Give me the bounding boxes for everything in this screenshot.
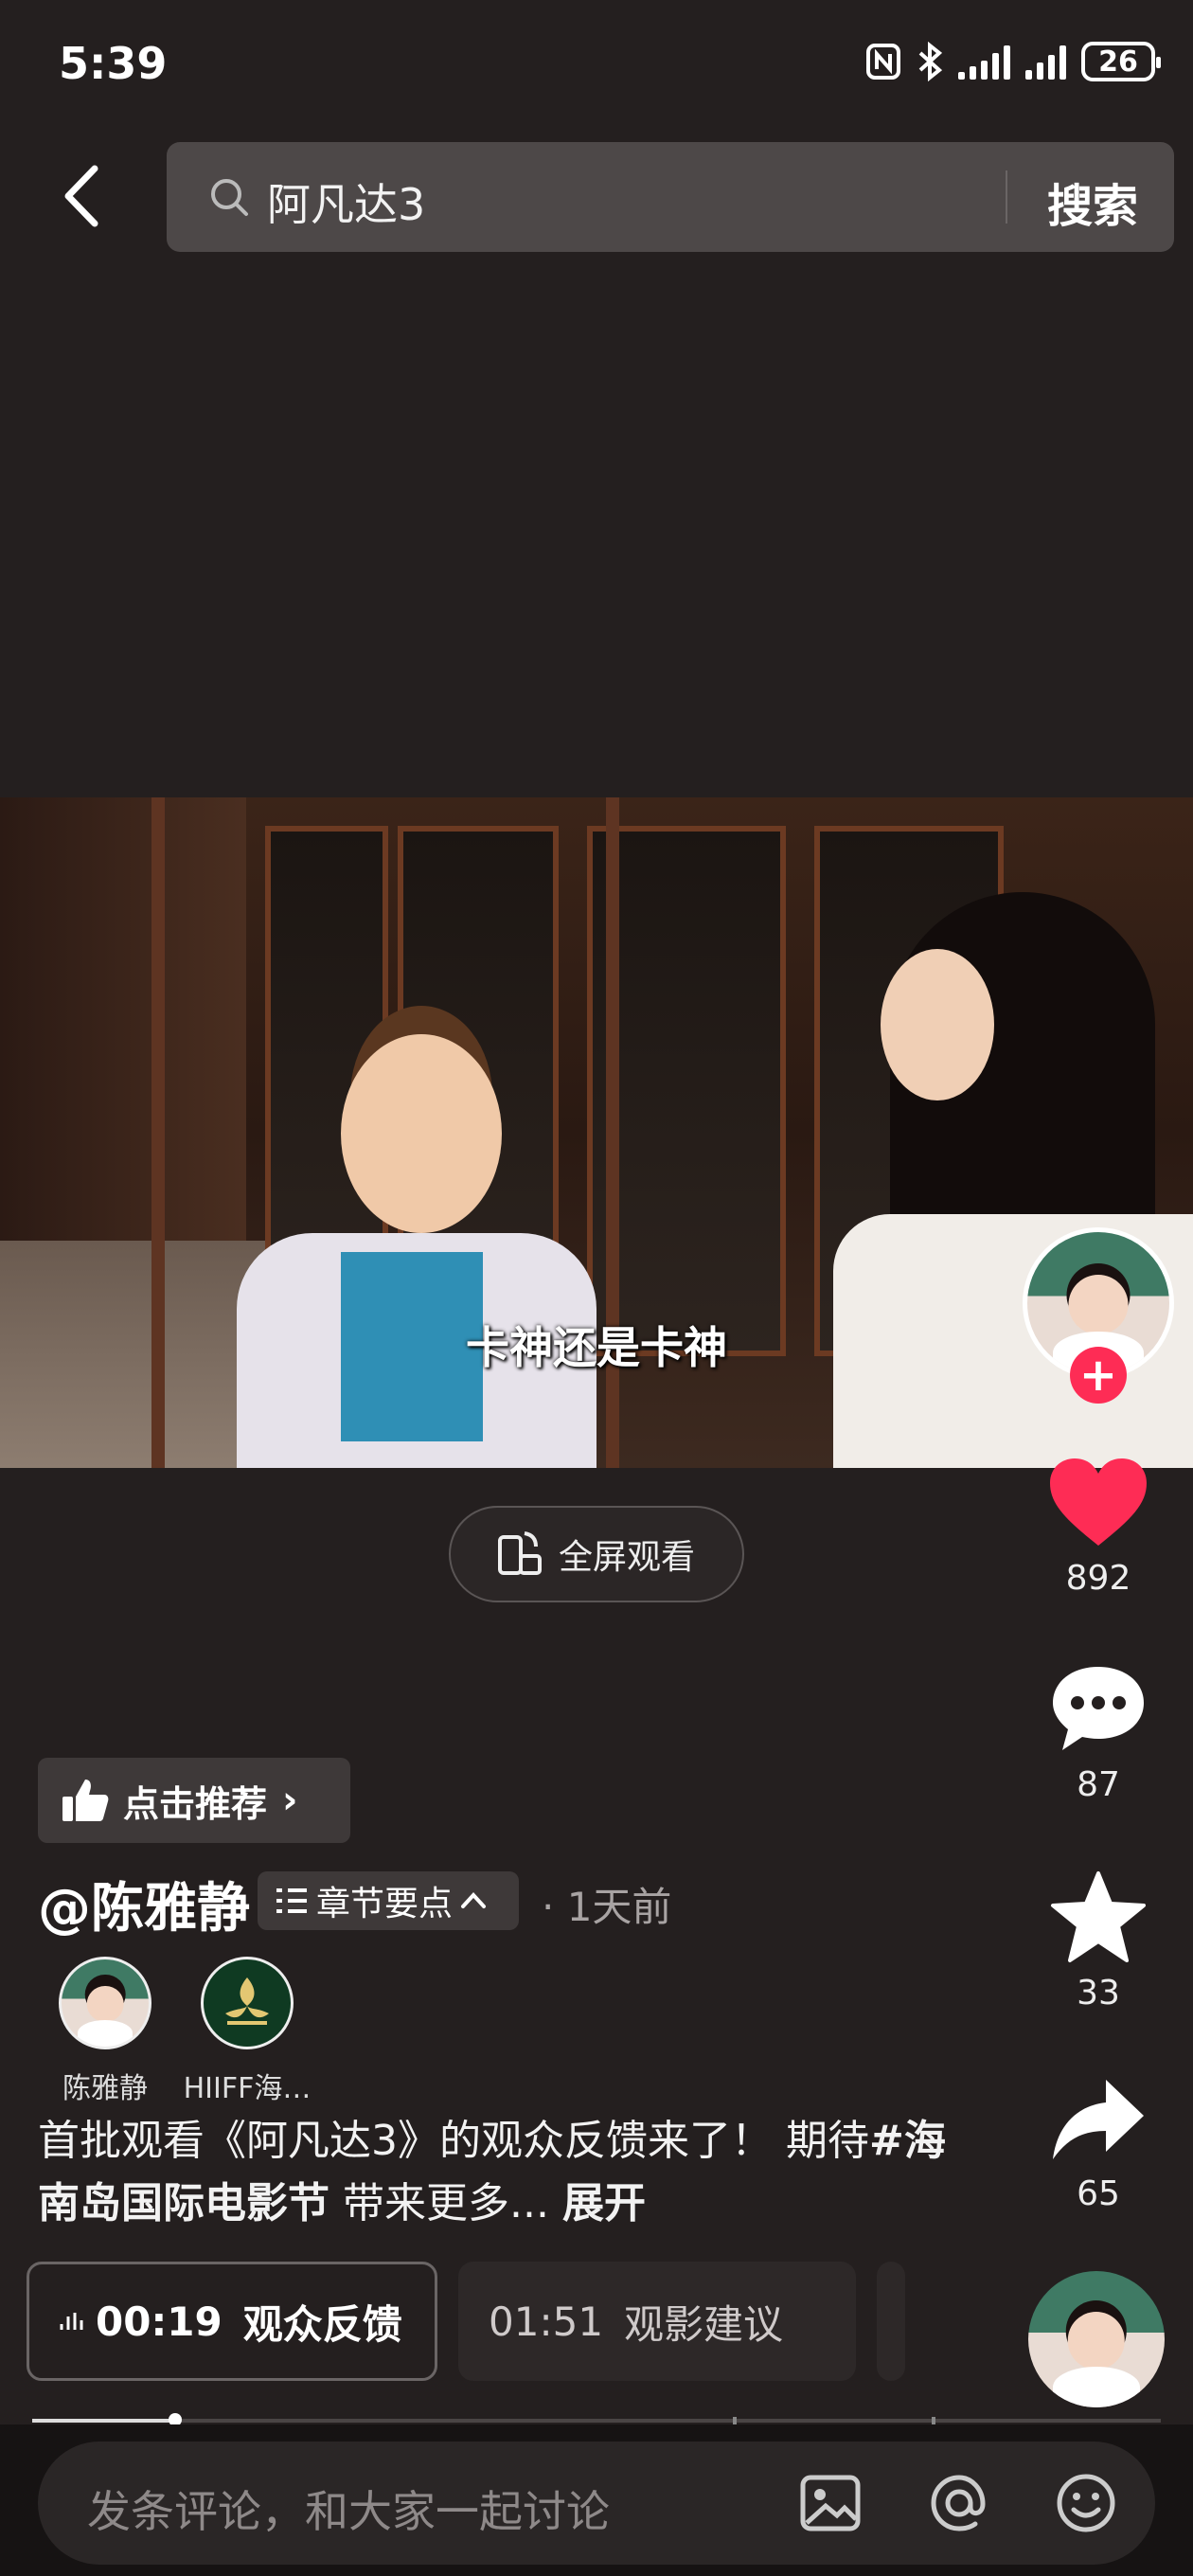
image-icon[interactable] — [797, 2470, 864, 2536]
co-creator-avatar[interactable] — [59, 1957, 151, 2049]
chapters-label: 章节要点 — [316, 1885, 454, 1923]
rotate-phone-icon — [498, 1531, 542, 1575]
chapter-time: 01:51 — [489, 2298, 604, 2345]
hiiff-logo-avatar[interactable] — [201, 1957, 294, 2049]
search-bar[interactable]: 阿凡达3 搜索 — [167, 142, 1174, 252]
comment-input[interactable]: 发条评论，和大家一起讨论 — [38, 2442, 1155, 2565]
chevron-right-icon: › — [282, 1779, 298, 1822]
chapter-marker — [932, 2417, 935, 2424]
video-caption: 首批观看《阿凡达3》的观众反馈来了！ 期待#海南岛国际电影节 带来更多... 展… — [38, 2110, 985, 2235]
heart-icon[interactable] — [1046, 1455, 1150, 1549]
like-action[interactable]: 892 — [1023, 1455, 1174, 1598]
chapter-card-active[interactable]: 00:19 观众反馈 — [27, 2262, 437, 2381]
status-bar: 5:39 26 — [0, 0, 1193, 133]
post-time: · 1天前 — [542, 1884, 672, 1930]
recommend-button[interactable]: 点击推荐 › — [38, 1758, 350, 1843]
comment-icon[interactable] — [1049, 1661, 1148, 1756]
video-subtitle: 卡神还是卡神 — [466, 1322, 727, 1373]
signal-icon-2 — [1025, 44, 1066, 80]
video-person-left — [199, 1025, 634, 1468]
signal-icon-1 — [958, 44, 1010, 80]
audio-wave-icon — [60, 2313, 83, 2330]
emoji-icon[interactable] — [1053, 2470, 1119, 2536]
progress-fill — [32, 2419, 174, 2423]
recommend-label: 点击推荐 — [123, 1782, 268, 1825]
chapter-title: 观众反馈 — [242, 2300, 402, 2348]
favorite-action[interactable]: 33 — [1023, 1869, 1174, 2012]
like-count: 892 — [1065, 1559, 1131, 1598]
search-input[interactable]: 阿凡达3 — [267, 170, 425, 233]
author-handle[interactable]: @陈雅静 — [38, 1866, 250, 1942]
status-icons: 26 — [865, 42, 1161, 81]
share-count: 65 — [1077, 2174, 1120, 2213]
share-action[interactable]: 65 — [1023, 2074, 1174, 2213]
comment-action[interactable]: 87 — [1023, 1661, 1174, 1804]
chapter-title: 观影建议 — [624, 2300, 784, 2348]
back-arrow-icon[interactable] — [55, 163, 112, 229]
fullscreen-button[interactable]: 全屏观看 — [449, 1506, 744, 1602]
bluetooth-icon — [918, 42, 943, 81]
expand-caption-button[interactable]: 展开 — [562, 2179, 646, 2227]
co-creator[interactable]: 陈雅静 — [34, 1957, 176, 2106]
nfc-icon — [866, 44, 900, 80]
caption-text: 首批观看《阿凡达3》的观众反馈来了！ 期待 — [38, 2117, 869, 2165]
follow-plus-button[interactable]: + — [1070, 1347, 1127, 1404]
chevron-up-icon — [461, 1892, 487, 1908]
music-disc-avatar[interactable] — [1028, 2271, 1165, 2407]
search-icon — [211, 179, 248, 216]
comment-placeholder: 发条评论，和大家一起讨论 — [87, 2486, 610, 2537]
festival-logo-icon — [225, 1977, 269, 2025]
battery-icon: 26 — [1081, 42, 1161, 81]
chapter-card[interactable]: 01:51 观影建议 — [458, 2262, 856, 2381]
comment-count: 87 — [1077, 1765, 1120, 1804]
at-mention-icon[interactable] — [926, 2470, 992, 2536]
co-creator-name: HIIFF海… — [183, 2072, 312, 2105]
chapter-marker — [733, 2417, 737, 2424]
chapter-time: 00:19 — [96, 2298, 223, 2345]
status-time: 5:39 — [59, 38, 168, 89]
co-creator-name: 陈雅静 — [62, 2072, 148, 2105]
chapter-list-icon — [276, 1888, 307, 1913]
favorite-count: 33 — [1077, 1974, 1120, 2012]
chapter-card-partial[interactable] — [877, 2262, 905, 2381]
chapters-toggle[interactable]: 章节要点 — [258, 1871, 519, 1930]
share-arrow-icon[interactable] — [1049, 2074, 1148, 2165]
co-creator[interactable]: HIIFF海… — [176, 1957, 318, 2106]
search-button[interactable]: 搜索 — [1047, 169, 1138, 235]
video-person-right — [814, 892, 1193, 1468]
star-icon[interactable] — [1049, 1869, 1148, 1964]
video-player[interactable]: 卡神还是卡神 — [0, 797, 1193, 1468]
fullscreen-label: 全屏观看 — [559, 1538, 696, 1577]
video-progress-bar[interactable] — [32, 2413, 1161, 2426]
thumbs-up-icon — [62, 1780, 109, 1821]
caption-text-tail: 带来更多... — [329, 2179, 549, 2227]
search-divider — [1006, 170, 1007, 224]
